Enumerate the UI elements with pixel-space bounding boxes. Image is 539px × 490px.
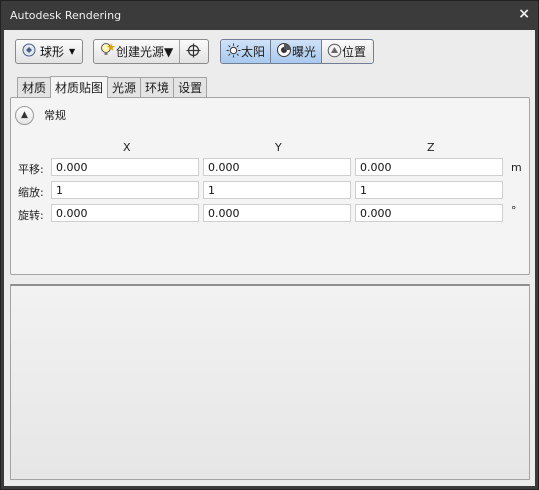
lower-empty-panel [10, 284, 530, 480]
row-label-scale: 缩放: [18, 186, 44, 199]
window-title: Autodesk Rendering [10, 9, 122, 22]
light-bulb-icon [100, 42, 116, 61]
sun-toggle[interactable]: 太阳 [221, 40, 272, 63]
exposure-toggle[interactable]: 曝光 [271, 40, 323, 63]
client-area: 球形 ▼ 创建光源 ▼ 太阳 曝光 位置 材质 材质贴图 光源 环境 设置 ▲ … [4, 30, 535, 486]
tab-material-mapping[interactable]: 材质贴图 [50, 76, 109, 98]
translate-unit: m [511, 161, 522, 174]
tab-settings[interactable]: 设置 [173, 77, 208, 97]
create-light-label: 创建光源 [116, 45, 165, 59]
tab-environment[interactable]: 环境 [140, 77, 175, 97]
create-light-button[interactable]: 创建光源 ▼ [94, 40, 179, 63]
collapse-up-icon[interactable]: ▲ [15, 105, 34, 125]
sphere-dropdown-button[interactable]: 球形 ▼ [15, 39, 83, 64]
sphere-label: 球形 [40, 45, 65, 59]
section-header: ▲ 常规 [15, 104, 66, 126]
row-label-rotate: 旋转: [18, 209, 44, 222]
translate-z-input[interactable] [355, 158, 503, 176]
exposure-label: 曝光 [292, 45, 317, 59]
row-label-translate: 平移: [18, 163, 44, 176]
crosshair-icon [186, 43, 201, 61]
sphere-icon [22, 43, 36, 60]
chevron-down-icon: ▼ [164, 44, 174, 59]
rotate-x-input[interactable] [51, 204, 199, 222]
sun-exposure-location-group: 太阳 曝光 位置 [220, 39, 374, 64]
rotate-unit: ° [511, 204, 517, 217]
section-title: 常规 [44, 109, 66, 122]
location-icon [327, 43, 342, 61]
tab-lights[interactable]: 光源 [107, 77, 142, 97]
column-header-z: Z [427, 141, 435, 154]
create-light-group: 创建光源 ▼ [93, 39, 209, 64]
tab-strip: 材质 材质贴图 光源 环境 设置 [17, 76, 208, 98]
chevron-down-icon: ▼ [69, 47, 76, 56]
target-light-button[interactable] [179, 40, 207, 63]
sun-icon [226, 43, 241, 61]
rotate-y-input[interactable] [203, 204, 351, 222]
sun-label: 太阳 [241, 45, 266, 59]
translate-y-input[interactable] [203, 158, 351, 176]
toolbar: 球形 ▼ 创建光源 ▼ 太阳 曝光 位置 [4, 30, 535, 72]
exposure-icon [276, 42, 292, 61]
scale-y-input[interactable] [203, 181, 351, 199]
column-header-x: X [123, 141, 131, 154]
render-window: Autodesk Rendering × 球形 ▼ 创建光源 ▼ 太阳 曝光 位… [0, 0, 539, 490]
scale-x-input[interactable] [51, 181, 199, 199]
scale-z-input[interactable] [355, 181, 503, 199]
location-button[interactable]: 位置 [322, 40, 372, 63]
title-bar[interactable]: Autodesk Rendering × [1, 1, 538, 30]
close-icon[interactable]: × [518, 6, 530, 22]
location-label: 位置 [342, 45, 367, 59]
tab-material[interactable]: 材质 [17, 77, 52, 97]
rotate-z-input[interactable] [355, 204, 503, 222]
general-panel: ▲ 常规 X Y Z 平移: m 缩放: 旋转: ° [10, 97, 530, 275]
column-header-y: Y [275, 141, 282, 154]
translate-x-input[interactable] [51, 158, 199, 176]
